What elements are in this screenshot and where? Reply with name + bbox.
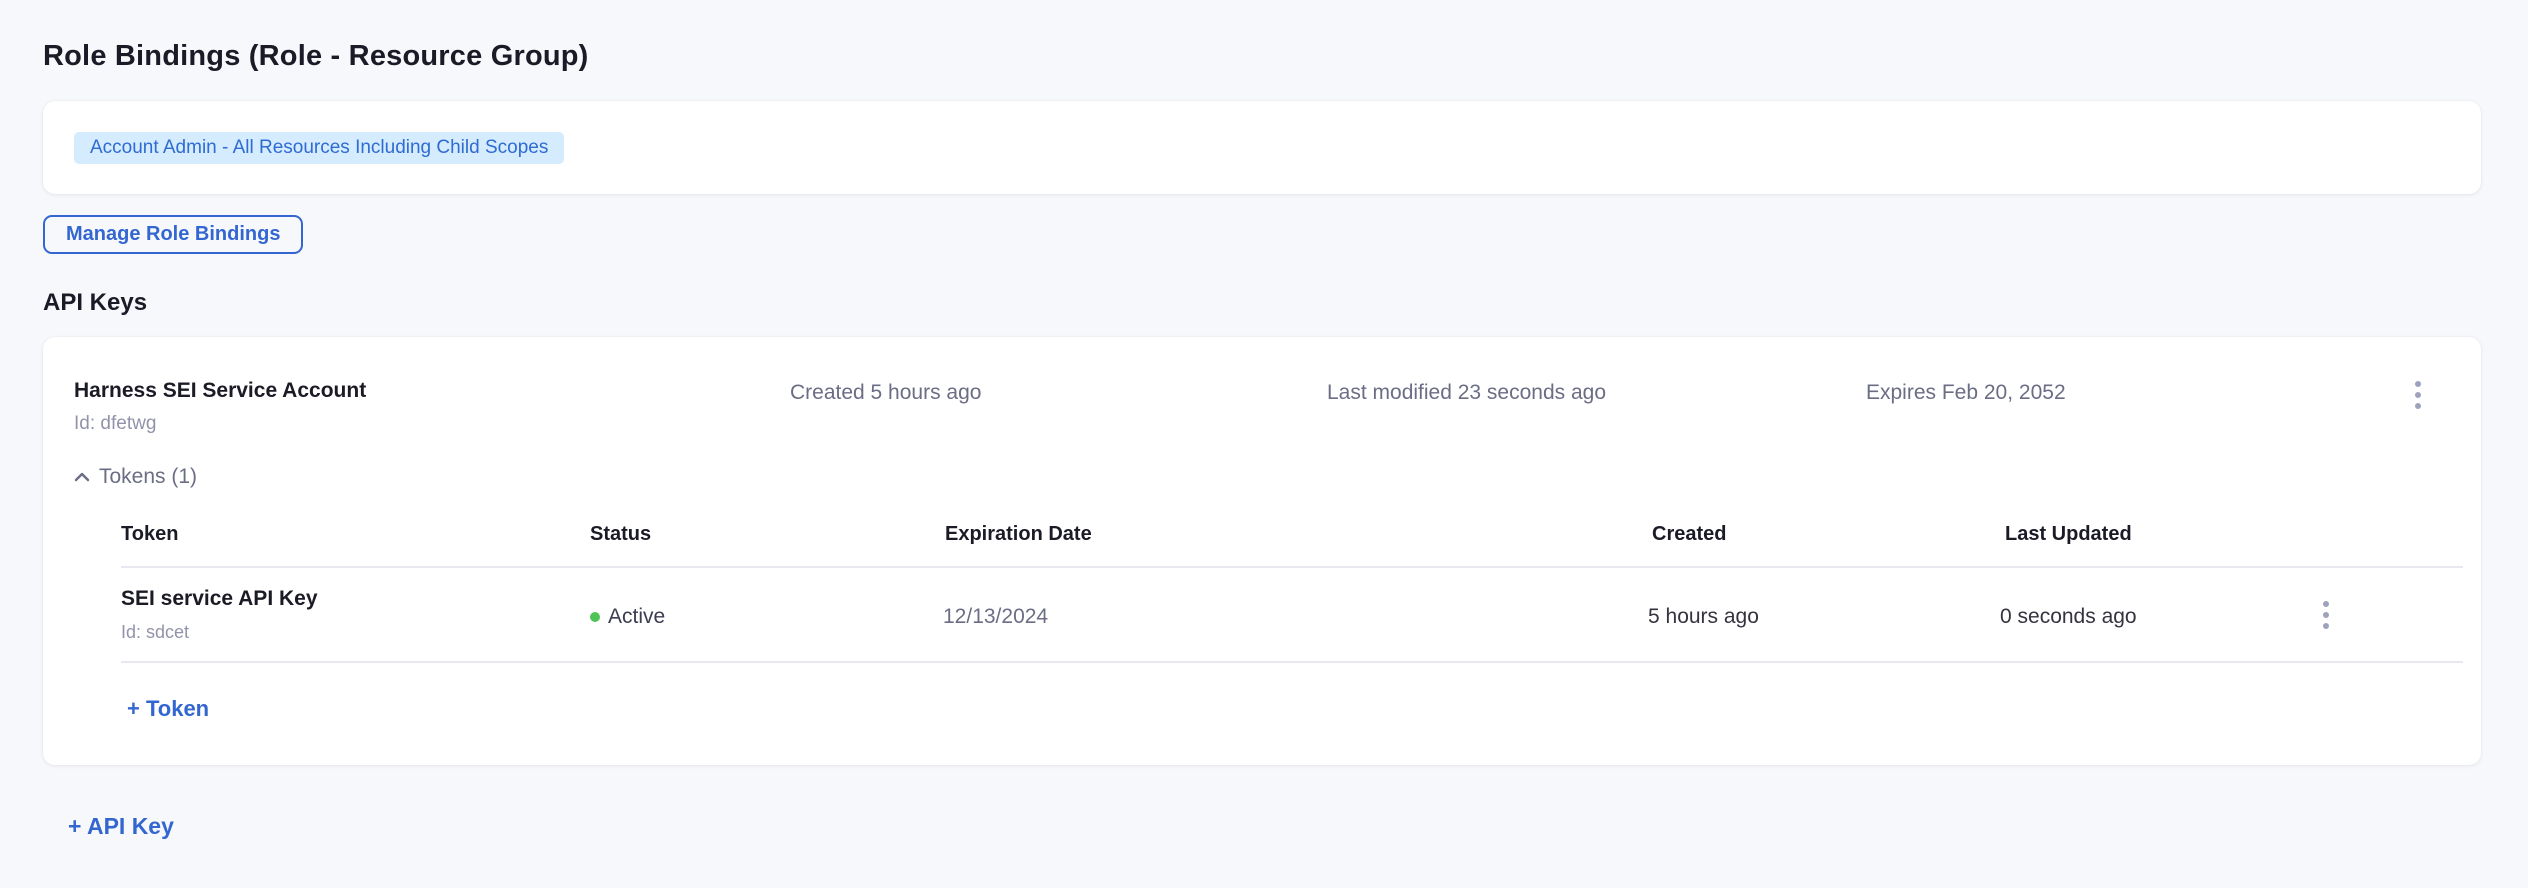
token-expiration-date: 12/13/2024 [943, 605, 1048, 629]
token-created: 5 hours ago [1648, 605, 1759, 629]
add-api-key-button[interactable]: + API Key [68, 813, 174, 840]
token-status: Active [590, 605, 665, 629]
api-key-name: Harness SEI Service Account [74, 379, 366, 403]
chevron-up-icon [71, 466, 93, 488]
api-key-created: Created 5 hours ago [790, 381, 981, 405]
table-header-divider [121, 566, 2463, 568]
column-header-expiration: Expiration Date [945, 523, 1092, 546]
column-header-last-updated: Last Updated [2005, 523, 2132, 546]
tokens-toggle-label: Tokens (1) [99, 465, 197, 489]
token-id: Id: sdcet [121, 622, 189, 643]
token-last-updated: 0 seconds ago [2000, 605, 2137, 629]
api-key-menu-icon[interactable] [2411, 377, 2425, 413]
role-binding-badge[interactable]: Account Admin - All Resources Including … [74, 132, 564, 164]
api-key-expires: Expires Feb 20, 2052 [1866, 381, 2066, 405]
tokens-toggle[interactable]: Tokens (1) [71, 465, 197, 489]
token-menu-icon[interactable] [2319, 597, 2333, 633]
add-token-button[interactable]: + Token [127, 696, 209, 722]
api-key-card: Harness SEI Service Account Id: dfetwg C… [43, 337, 2481, 765]
token-name: SEI service API Key [121, 587, 318, 611]
role-bindings-card: Account Admin - All Resources Including … [43, 101, 2481, 194]
table-row-divider [121, 661, 2463, 663]
api-key-id: Id: dfetwg [74, 413, 156, 435]
column-header-created: Created [1652, 523, 1726, 546]
api-key-last-modified: Last modified 23 seconds ago [1327, 381, 1606, 405]
page-title: Role Bindings (Role - Resource Group) [43, 40, 589, 73]
status-label: Active [608, 605, 665, 629]
manage-role-bindings-button[interactable]: Manage Role Bindings [43, 215, 303, 254]
column-header-token: Token [121, 523, 178, 546]
api-keys-heading: API Keys [43, 289, 147, 317]
status-active-dot-icon [590, 612, 600, 622]
column-header-status: Status [590, 523, 651, 546]
